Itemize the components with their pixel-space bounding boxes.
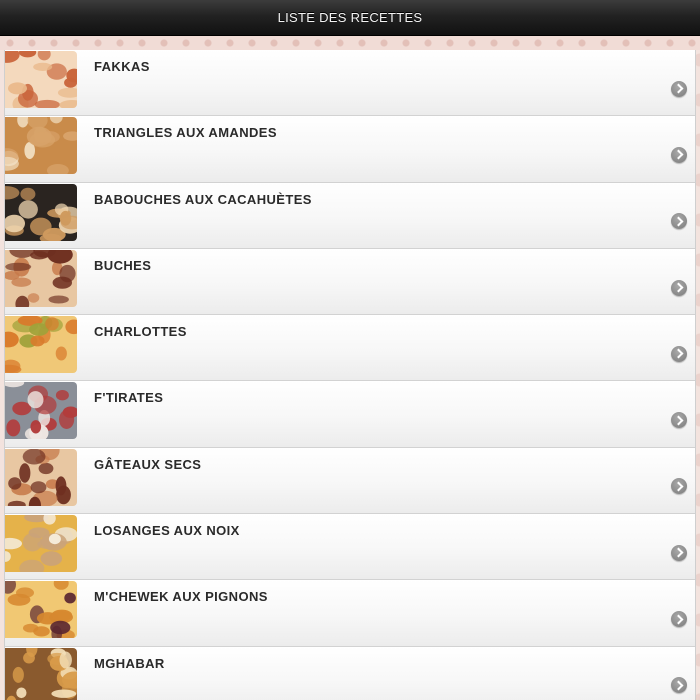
- recipe-name: GÂTEAUX SECS: [94, 456, 202, 472]
- recipe-name: CHARLOTTES: [94, 324, 187, 340]
- recipe-name: LOSANGES AUX NOIX: [94, 523, 240, 539]
- mchewek-photo: [5, 581, 77, 639]
- recipe-row[interactable]: F'TIRATES: [5, 381, 695, 448]
- recipe-name: BABOUCHES AUX CACAHUÈTES: [94, 191, 312, 207]
- recipe-row[interactable]: FAKKAS: [5, 50, 695, 117]
- triangles-photo: [5, 117, 77, 175]
- decorative-pattern-strip: [0, 36, 700, 50]
- chevron-right-icon[interactable]: [671, 80, 687, 97]
- recipe-name: F'TIRATES: [94, 390, 164, 406]
- chevron-right-icon[interactable]: [671, 213, 687, 230]
- title-bar: LISTE DES RECETTES: [0, 0, 700, 36]
- recipe-row[interactable]: TRIANGLES AUX AMANDES: [5, 116, 695, 183]
- recipe-row[interactable]: GÂTEAUX SECS: [5, 447, 695, 515]
- chevron-right-icon[interactable]: [671, 146, 687, 163]
- app-screen: LISTE DES RECETTES FAKKAS TRIANGLES AUX A…: [0, 0, 700, 700]
- recipe-name: FAKKAS: [94, 59, 150, 74]
- recipe-name: MGHABAR: [94, 655, 165, 671]
- chevron-right-icon[interactable]: [671, 611, 687, 628]
- chevron-right-icon[interactable]: [671, 345, 687, 362]
- recipe-row[interactable]: LOSANGES AUX NOIX: [5, 514, 695, 581]
- recipe-row[interactable]: BABOUCHES AUX CACAHUÈTES: [5, 182, 695, 249]
- recipe-row[interactable]: M'CHEWEK AUX PIGNONS: [5, 580, 695, 647]
- gateaux-secs-photo: [5, 448, 77, 506]
- recipe-name: M'CHEWEK AUX PIGNONS: [94, 589, 268, 605]
- chevron-right-icon[interactable]: [671, 544, 687, 561]
- mghabar-photo: [5, 647, 77, 700]
- recipe-name: TRIANGLES AUX AMANDES: [94, 125, 277, 141]
- recipe-name: BUCHES: [94, 257, 152, 273]
- losanges-photo: [5, 515, 77, 573]
- chevron-right-icon[interactable]: [671, 412, 687, 429]
- chevron-right-icon[interactable]: [671, 279, 687, 296]
- babouches-photo: [5, 183, 77, 241]
- page-title: LISTE DES RECETTES: [277, 10, 423, 25]
- recipe-row[interactable]: BUCHES: [5, 248, 695, 316]
- ftirates-photo: [5, 382, 77, 440]
- chevron-right-icon[interactable]: [671, 677, 687, 694]
- buches-photo: [5, 249, 77, 307]
- recipe-row[interactable]: MGHABAR: [5, 646, 695, 700]
- recipe-row[interactable]: CHARLOTTES: [5, 315, 695, 382]
- recipe-list: FAKKAS TRIANGLES AUX AMANDES BABOUCHES AUX…: [4, 50, 696, 700]
- charlottes-photo: [5, 316, 77, 374]
- chevron-right-icon[interactable]: [671, 478, 687, 495]
- fakkas-photo: [5, 51, 77, 108]
